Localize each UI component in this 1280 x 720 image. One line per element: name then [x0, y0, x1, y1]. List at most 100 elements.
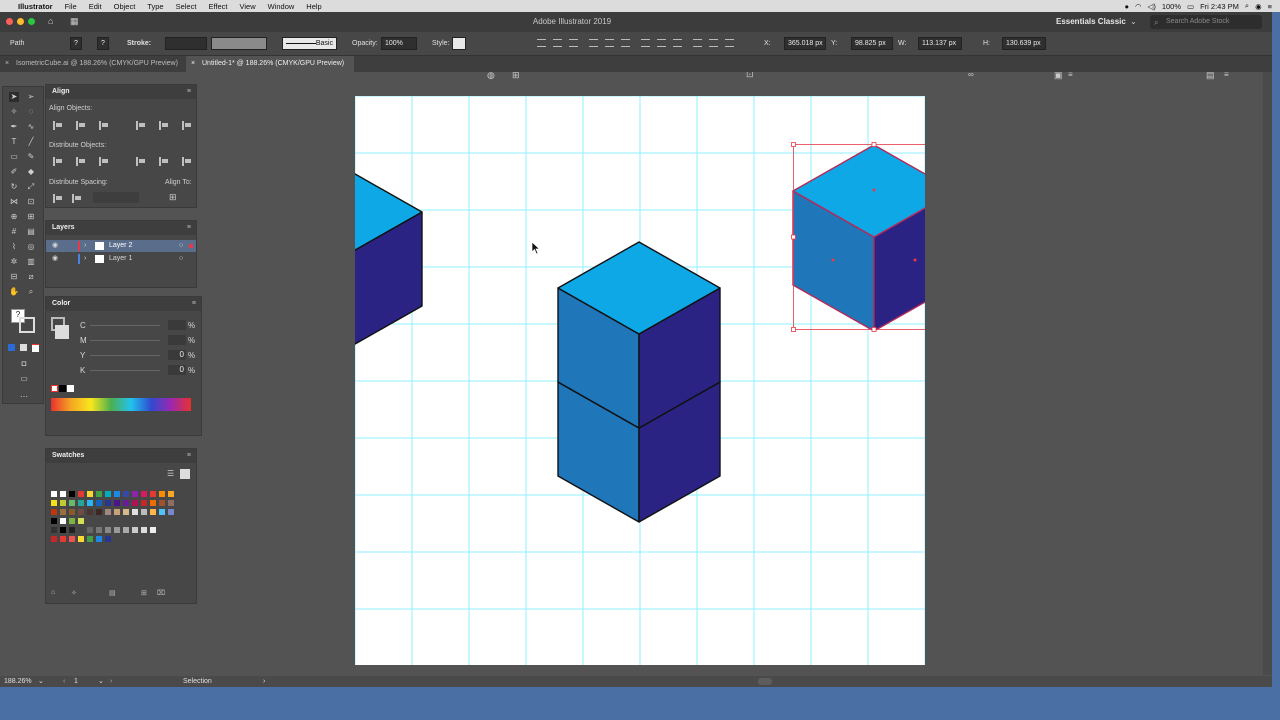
vertical-distribute-space-icon[interactable] [53, 194, 63, 203]
color-swatch[interactable] [87, 491, 93, 497]
expand-chevron-icon[interactable]: › [84, 240, 86, 252]
color-swatch[interactable] [114, 491, 120, 497]
color-swatch[interactable] [78, 518, 84, 524]
curvature-tool-icon[interactable]: ∿ [26, 122, 36, 132]
menu-illustrator[interactable]: Illustrator [12, 2, 59, 11]
resize-handle[interactable] [791, 327, 796, 332]
color-swatch[interactable] [51, 536, 57, 542]
swatch-library-icon[interactable]: ⌂ [51, 589, 55, 596]
stroke-weight-field[interactable] [165, 37, 207, 50]
horizontal-distribute-right-icon[interactable] [182, 157, 192, 166]
panel-menu-icon[interactable]: ≡ [192, 300, 196, 307]
menu-edit[interactable]: Edit [83, 2, 108, 11]
color-swatch[interactable] [168, 509, 174, 515]
none-mode-icon[interactable] [32, 344, 39, 352]
layer-row[interactable]: ◉ › Layer 2 ○ [46, 240, 196, 252]
color-panel-title[interactable]: Color [46, 297, 201, 311]
horizontal-distribute-left-icon[interactable] [136, 157, 146, 166]
color-swatch[interactable] [51, 527, 57, 533]
color-swatch[interactable] [60, 509, 66, 515]
slider-track[interactable] [90, 325, 160, 326]
resize-handle[interactable] [791, 142, 796, 147]
color-swatch[interactable] [60, 500, 66, 506]
wifi-icon[interactable]: ◠ [1135, 2, 1142, 11]
shaper-tool-icon[interactable]: ✐ [9, 167, 19, 177]
color-swatch[interactable] [60, 527, 66, 533]
vertical-distribute-center-icon[interactable] [76, 157, 86, 166]
visibility-eye-icon[interactable]: ◉ [52, 240, 58, 252]
align-to-selection-icon[interactable]: ⊞ [169, 192, 177, 203]
list-view-icon[interactable]: ☰ [167, 469, 174, 478]
align-center-icon[interactable] [553, 39, 562, 47]
x-field[interactable]: 365.018 px [784, 37, 826, 50]
color-swatch[interactable] [114, 500, 120, 506]
color-swatch[interactable] [105, 527, 111, 533]
distribute-center-icon[interactable] [709, 39, 718, 47]
layer-row[interactable]: ◉ › Layer 1 ○ [46, 253, 196, 265]
color-swatch[interactable] [150, 509, 156, 515]
align-right-icon[interactable] [569, 39, 578, 47]
clock[interactable]: Fri 2:43 PM [1200, 2, 1239, 11]
horizontal-distribute-space-icon[interactable] [72, 194, 82, 203]
menu-object[interactable]: Object [108, 2, 142, 11]
artboard-number[interactable]: 1 [74, 676, 78, 687]
vertical-align-bottom-icon[interactable] [182, 121, 192, 130]
color-swatch[interactable] [150, 491, 156, 497]
layer-name[interactable]: Layer 2 [109, 240, 132, 252]
color-swatch[interactable] [69, 536, 75, 542]
lasso-tool-icon[interactable]: ◌ [26, 107, 36, 117]
expand-chevron-icon[interactable]: › [84, 253, 86, 265]
drawing-modes-icon[interactable]: ◘ [19, 359, 29, 369]
color-swatch[interactable] [141, 500, 147, 506]
menu-file[interactable]: File [59, 2, 83, 11]
color-swatch[interactable] [51, 518, 57, 524]
layer-name[interactable]: Layer 1 [109, 253, 132, 265]
yellow-slider[interactable]: Y 0 % [80, 350, 198, 362]
workspace-switcher[interactable]: Essentials Classic [1056, 17, 1126, 26]
layers-panel-title[interactable]: Layers [46, 221, 196, 235]
target-circle-icon[interactable]: ○ [179, 240, 183, 252]
fill-swatch[interactable]: ? [70, 37, 82, 50]
fill-swatch-icon[interactable] [55, 325, 69, 339]
panel-menu-icon[interactable]: ≡ [187, 88, 191, 95]
horizontal-align-right-icon[interactable] [99, 121, 109, 130]
zoom-level[interactable]: 188.26% [4, 676, 32, 687]
paintbrush-tool-icon[interactable]: ✎ [26, 152, 36, 162]
battery-icon[interactable]: ▭ [1187, 2, 1194, 11]
color-swatch[interactable] [159, 509, 165, 515]
magic-wand-tool-icon[interactable]: ✧ [9, 107, 19, 117]
siri-icon[interactable]: ◉ [1255, 2, 1262, 11]
resize-handle[interactable] [871, 327, 877, 332]
color-swatch[interactable] [60, 518, 66, 524]
selection-tool-icon[interactable]: ➤ [9, 92, 19, 102]
graphic-style-swatch[interactable] [452, 37, 466, 50]
color-swatch[interactable] [123, 491, 129, 497]
color-swatch[interactable] [87, 509, 93, 515]
shape-builder-tool-icon[interactable]: ⊕ [9, 212, 19, 222]
adobe-stock-search[interactable]: Search Adobe Stock [1150, 15, 1262, 29]
target-circle-icon[interactable]: ○ [179, 253, 183, 265]
color-swatch[interactable] [87, 527, 93, 533]
distribute-left-icon[interactable] [693, 39, 702, 47]
color-swatch[interactable] [132, 500, 138, 506]
color-swatch[interactable] [105, 491, 111, 497]
swatch-kind-icon[interactable]: ✧ [71, 589, 77, 597]
magenta-slider[interactable]: M % [80, 335, 198, 347]
battery-percent[interactable]: 100% [1162, 2, 1181, 11]
brush-definition[interactable]: Basic [282, 37, 337, 50]
type-tool-icon[interactable]: T [9, 137, 19, 147]
black-swatch[interactable] [59, 385, 66, 392]
variable-width-profile[interactable] [211, 37, 267, 50]
align-left-icon[interactable] [537, 39, 546, 47]
align-panel-title[interactable]: Align [46, 85, 196, 99]
color-swatch[interactable] [69, 491, 75, 497]
align-top-icon[interactable] [589, 39, 598, 47]
vertical-align-center-icon[interactable] [159, 121, 169, 130]
color-swatch[interactable] [114, 527, 120, 533]
slider-track[interactable] [90, 370, 160, 371]
width-tool-icon[interactable]: ⋈ [9, 197, 19, 207]
color-swatch[interactable] [168, 491, 174, 497]
cyan-slider[interactable]: C % [80, 320, 198, 332]
free-transform-tool-icon[interactable]: ⊡ [26, 197, 36, 207]
opacity-field[interactable]: 100% [381, 37, 417, 50]
